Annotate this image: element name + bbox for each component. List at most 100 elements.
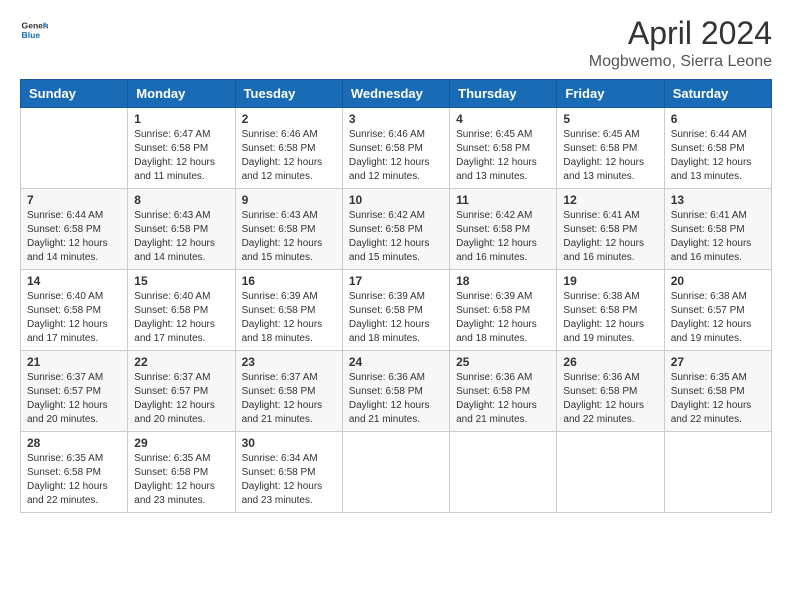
day-number: 22 xyxy=(134,355,228,369)
day-number: 14 xyxy=(27,274,121,288)
calendar-cell: 6Sunrise: 6:44 AM Sunset: 6:58 PM Daylig… xyxy=(664,108,771,189)
calendar-cell: 23Sunrise: 6:37 AM Sunset: 6:58 PM Dayli… xyxy=(235,351,342,432)
calendar-cell: 26Sunrise: 6:36 AM Sunset: 6:58 PM Dayli… xyxy=(557,351,664,432)
day-info: Sunrise: 6:45 AM Sunset: 6:58 PM Dayligh… xyxy=(563,128,657,184)
day-number: 3 xyxy=(349,112,443,126)
calendar-cell: 17Sunrise: 6:39 AM Sunset: 6:58 PM Dayli… xyxy=(342,270,449,351)
day-info: Sunrise: 6:47 AM Sunset: 6:58 PM Dayligh… xyxy=(134,128,228,184)
day-info: Sunrise: 6:38 AM Sunset: 6:58 PM Dayligh… xyxy=(563,290,657,346)
day-info: Sunrise: 6:42 AM Sunset: 6:58 PM Dayligh… xyxy=(456,209,550,265)
calendar-cell xyxy=(21,108,128,189)
calendar-week-row: 21 Sunrise: 6:37 AM Sunset: 6:57 PM Dayli… xyxy=(21,351,772,432)
calendar-body: 1 Sunrise: 6:47 AM Sunset: 6:58 PM Daylig… xyxy=(21,108,772,513)
main-title: April 2024 xyxy=(589,16,772,51)
day-number: 27 xyxy=(671,355,765,369)
day-number: 10 xyxy=(349,193,443,207)
day-info: Sunrise: 6:36 AM Sunset: 6:58 PM Dayligh… xyxy=(349,371,443,427)
day-number: 24 xyxy=(349,355,443,369)
day-of-week-monday: Monday xyxy=(128,80,235,108)
day-number: 17 xyxy=(349,274,443,288)
day-number: 2 xyxy=(242,112,336,126)
day-info: Sunrise: 6:46 AM Sunset: 6:58 PM Dayligh… xyxy=(242,128,336,184)
calendar-cell: 16Sunrise: 6:39 AM Sunset: 6:58 PM Dayli… xyxy=(235,270,342,351)
day-number: 28 xyxy=(27,436,121,450)
calendar-cell: 9 Sunrise: 6:43 AM Sunset: 6:58 PM Daylig… xyxy=(235,189,342,270)
calendar-cell: 3 Sunrise: 6:46 AM Sunset: 6:58 PM Daylig… xyxy=(342,108,449,189)
logo-icon: General Blue xyxy=(20,16,48,44)
day-info: Sunrise: 6:43 AM Sunset: 6:58 PM Dayligh… xyxy=(242,209,336,265)
day-number: 12 xyxy=(563,193,657,207)
calendar-cell: 19 Sunrise: 6:38 AM Sunset: 6:58 PM Dayli… xyxy=(557,270,664,351)
calendar-cell xyxy=(342,432,449,513)
calendar-cell: 11 Sunrise: 6:42 AM Sunset: 6:58 PM Dayli… xyxy=(450,189,557,270)
calendar-cell: 30 Sunrise: 6:34 AM Sunset: 6:58 PM Dayli… xyxy=(235,432,342,513)
day-number: 13 xyxy=(671,193,765,207)
day-number: 9 xyxy=(242,193,336,207)
day-info: Sunrise: 6:35 AM Sunset: 6:58 PM Dayligh… xyxy=(27,452,121,508)
calendar-cell: 10Sunrise: 6:42 AM Sunset: 6:58 PM Dayli… xyxy=(342,189,449,270)
day-info: Sunrise: 6:44 AM Sunset: 6:58 PM Dayligh… xyxy=(27,209,121,265)
calendar-week-row: 1 Sunrise: 6:47 AM Sunset: 6:58 PM Daylig… xyxy=(21,108,772,189)
calendar-table: SundayMondayTuesdayWednesdayThursdayFrid… xyxy=(20,79,772,513)
calendar-cell xyxy=(557,432,664,513)
day-number: 26 xyxy=(563,355,657,369)
calendar-cell: 22Sunrise: 6:37 AM Sunset: 6:57 PM Dayli… xyxy=(128,351,235,432)
calendar-cell: 7Sunrise: 6:44 AM Sunset: 6:58 PM Daylig… xyxy=(21,189,128,270)
day-number: 15 xyxy=(134,274,228,288)
calendar-header: SundayMondayTuesdayWednesdayThursdayFrid… xyxy=(21,80,772,108)
day-of-week-wednesday: Wednesday xyxy=(342,80,449,108)
day-number: 16 xyxy=(242,274,336,288)
day-info: Sunrise: 6:45 AM Sunset: 6:58 PM Dayligh… xyxy=(456,128,550,184)
calendar-cell xyxy=(450,432,557,513)
day-of-week-sunday: Sunday xyxy=(21,80,128,108)
day-number: 18 xyxy=(456,274,550,288)
day-info: Sunrise: 6:41 AM Sunset: 6:58 PM Dayligh… xyxy=(563,209,657,265)
day-number: 30 xyxy=(242,436,336,450)
day-info: Sunrise: 6:40 AM Sunset: 6:58 PM Dayligh… xyxy=(27,290,121,346)
day-number: 19 xyxy=(563,274,657,288)
calendar-cell: 28 Sunrise: 6:35 AM Sunset: 6:58 PM Dayli… xyxy=(21,432,128,513)
day-info: Sunrise: 6:37 AM Sunset: 6:58 PM Dayligh… xyxy=(242,371,336,427)
calendar-cell xyxy=(664,432,771,513)
day-number: 29 xyxy=(134,436,228,450)
title-block: April 2024 Mogbwemo, Sierra Leone xyxy=(589,16,772,71)
day-number: 5 xyxy=(563,112,657,126)
svg-text:Blue: Blue xyxy=(22,30,41,40)
calendar-cell: 2 Sunrise: 6:46 AM Sunset: 6:58 PM Daylig… xyxy=(235,108,342,189)
calendar-cell: 27Sunrise: 6:35 AM Sunset: 6:58 PM Dayli… xyxy=(664,351,771,432)
day-info: Sunrise: 6:46 AM Sunset: 6:58 PM Dayligh… xyxy=(349,128,443,184)
day-info: Sunrise: 6:36 AM Sunset: 6:58 PM Dayligh… xyxy=(456,371,550,427)
day-number: 4 xyxy=(456,112,550,126)
day-number: 25 xyxy=(456,355,550,369)
day-of-week-thursday: Thursday xyxy=(450,80,557,108)
day-info: Sunrise: 6:44 AM Sunset: 6:58 PM Dayligh… xyxy=(671,128,765,184)
calendar-cell: 4 Sunrise: 6:45 AM Sunset: 6:58 PM Daylig… xyxy=(450,108,557,189)
day-info: Sunrise: 6:40 AM Sunset: 6:58 PM Dayligh… xyxy=(134,290,228,346)
day-number: 20 xyxy=(671,274,765,288)
calendar-cell: 14 Sunrise: 6:40 AM Sunset: 6:58 PM Dayli… xyxy=(21,270,128,351)
subtitle: Mogbwemo, Sierra Leone xyxy=(589,53,772,71)
calendar-week-row: 14 Sunrise: 6:40 AM Sunset: 6:58 PM Dayli… xyxy=(21,270,772,351)
calendar-cell: 24 Sunrise: 6:36 AM Sunset: 6:58 PM Dayli… xyxy=(342,351,449,432)
day-info: Sunrise: 6:43 AM Sunset: 6:58 PM Dayligh… xyxy=(134,209,228,265)
day-info: Sunrise: 6:38 AM Sunset: 6:57 PM Dayligh… xyxy=(671,290,765,346)
calendar-cell: 21 Sunrise: 6:37 AM Sunset: 6:57 PM Dayli… xyxy=(21,351,128,432)
day-number: 21 xyxy=(27,355,121,369)
calendar-cell: 13 Sunrise: 6:41 AM Sunset: 6:58 PM Dayli… xyxy=(664,189,771,270)
day-info: Sunrise: 6:37 AM Sunset: 6:57 PM Dayligh… xyxy=(27,371,121,427)
day-info: Sunrise: 6:34 AM Sunset: 6:58 PM Dayligh… xyxy=(242,452,336,508)
page: General Blue April 2024 Mogbwemo, Sierra… xyxy=(0,0,792,612)
day-number: 1 xyxy=(134,112,228,126)
day-info: Sunrise: 6:41 AM Sunset: 6:58 PM Dayligh… xyxy=(671,209,765,265)
calendar-cell: 15 Sunrise: 6:40 AM Sunset: 6:58 PM Dayli… xyxy=(128,270,235,351)
calendar-cell: 20 Sunrise: 6:38 AM Sunset: 6:57 PM Dayli… xyxy=(664,270,771,351)
calendar-week-row: 7Sunrise: 6:44 AM Sunset: 6:58 PM Daylig… xyxy=(21,189,772,270)
day-info: Sunrise: 6:39 AM Sunset: 6:58 PM Dayligh… xyxy=(456,290,550,346)
day-number: 8 xyxy=(134,193,228,207)
day-of-week-tuesday: Tuesday xyxy=(235,80,342,108)
calendar-cell: 1 Sunrise: 6:47 AM Sunset: 6:58 PM Daylig… xyxy=(128,108,235,189)
calendar-cell: 12 Sunrise: 6:41 AM Sunset: 6:58 PM Dayli… xyxy=(557,189,664,270)
day-number: 11 xyxy=(456,193,550,207)
day-of-week-saturday: Saturday xyxy=(664,80,771,108)
day-info: Sunrise: 6:35 AM Sunset: 6:58 PM Dayligh… xyxy=(134,452,228,508)
